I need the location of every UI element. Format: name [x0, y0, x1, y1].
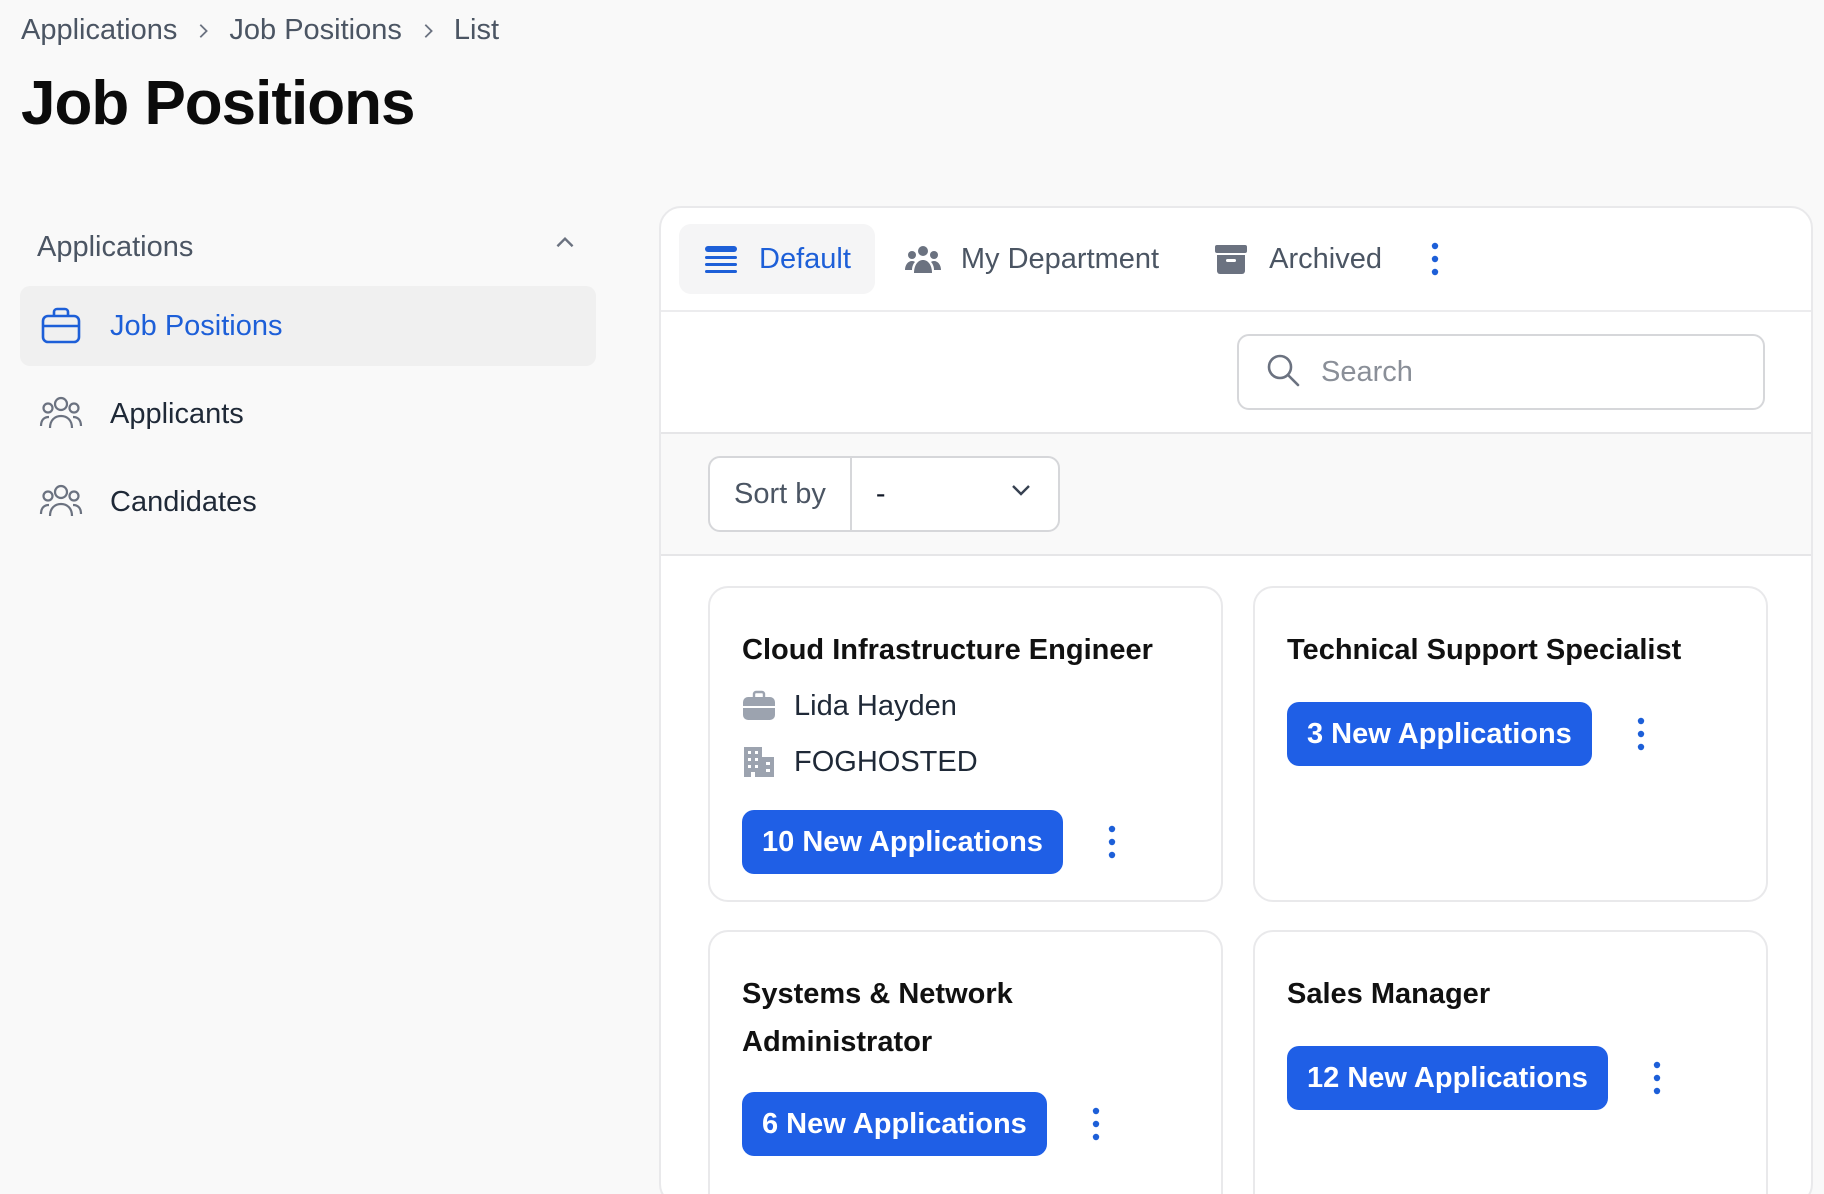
tab-my-department[interactable]: My Department: [881, 224, 1183, 294]
card-actions: 12 New Applications: [1287, 1046, 1734, 1110]
list-icon: [703, 241, 739, 277]
group-icon: [904, 241, 941, 277]
sort-value: -: [875, 477, 886, 510]
view-tabs: Default My Department Archived: [661, 208, 1811, 312]
breadcrumb-list: List: [453, 14, 500, 46]
new-applications-button[interactable]: 6 New Applications: [742, 1092, 1047, 1156]
briefcase-icon: [38, 303, 84, 349]
more-vertical-icon[interactable]: [1420, 234, 1450, 284]
job-title: Cloud Infrastructure Engineer: [742, 634, 1153, 666]
sidebar-item-label: Applicants: [110, 397, 244, 430]
new-applications-button[interactable]: 10 New Applications: [742, 810, 1063, 874]
sidebar-item-label: Job Positions: [110, 309, 283, 342]
recruiter-row: Lida Hayden: [742, 678, 1189, 734]
tab-default[interactable]: Default: [679, 224, 875, 294]
tab-archived[interactable]: Archived: [1189, 224, 1406, 294]
sort-control: Sort by -: [708, 456, 1060, 532]
archive-icon: [1213, 241, 1249, 277]
recruiter-name: Lida Hayden: [794, 689, 957, 722]
search-row: [661, 312, 1811, 434]
card-actions: 3 New Applications: [1287, 702, 1734, 766]
main-panel: Default My Department Archived Sort: [659, 206, 1813, 1194]
sort-row: Sort by -: [661, 434, 1811, 556]
tab-label: Archived: [1269, 242, 1382, 275]
more-vertical-icon[interactable]: [1081, 1099, 1111, 1149]
job-title: Technical Support Specialist: [1287, 634, 1682, 666]
chevron-right-icon: [177, 22, 229, 40]
search-box[interactable]: [1237, 334, 1765, 410]
users-icon: [38, 391, 84, 437]
card-actions: 10 New Applications: [742, 810, 1189, 874]
breadcrumb: Applications Job Positions List: [21, 14, 499, 47]
sidebar-group-label: Applications: [37, 230, 194, 263]
new-applications-button[interactable]: 12 New Applications: [1287, 1046, 1608, 1110]
more-vertical-icon[interactable]: [1097, 817, 1127, 867]
tab-label: My Department: [960, 242, 1160, 275]
company-name: FOGHOSTED: [794, 745, 978, 778]
job-card[interactable]: Cloud Infrastructure Engineer Lida Hayde…: [708, 586, 1223, 902]
breadcrumb-applications[interactable]: Applications: [21, 14, 177, 47]
more-vertical-icon[interactable]: [1642, 1053, 1672, 1103]
card-actions: 6 New Applications: [742, 1092, 1189, 1156]
chevron-right-icon: [402, 22, 454, 40]
search-input[interactable]: [1321, 355, 1721, 389]
sort-label: Sort by: [710, 458, 852, 530]
chevron-up-icon: [552, 230, 578, 264]
job-title: Sales Manager: [1287, 978, 1491, 1010]
job-card[interactable]: Technical Support Specialist 3 New Appli…: [1253, 586, 1768, 902]
sidebar-group-applications[interactable]: Applications: [20, 218, 596, 276]
users-icon: [38, 479, 84, 525]
briefcase-icon: [742, 689, 776, 723]
sidebar-item-candidates[interactable]: Candidates: [20, 462, 596, 542]
building-icon: [742, 745, 776, 779]
new-applications-button[interactable]: 3 New Applications: [1287, 702, 1592, 766]
tab-label: Default: [759, 242, 851, 275]
chevron-down-icon: [1008, 477, 1034, 511]
breadcrumb-job-positions[interactable]: Job Positions: [229, 14, 402, 47]
sidebar-item-label: Candidates: [110, 485, 257, 518]
company-row: FOGHOSTED: [742, 734, 1189, 790]
job-card[interactable]: Systems & Network Administrator 6 New Ap…: [708, 930, 1223, 1194]
page-title: Job Positions: [21, 69, 415, 138]
sidebar-item-applicants[interactable]: Applicants: [20, 374, 596, 454]
job-card[interactable]: Sales Manager 12 New Applications: [1253, 930, 1768, 1194]
sidebar: Applications Job Positions Applicants Ca…: [20, 218, 596, 542]
sort-select[interactable]: -: [852, 458, 1058, 530]
job-title: Systems & Network Administrator: [742, 978, 1013, 1058]
sidebar-item-job-positions[interactable]: Job Positions: [20, 286, 596, 366]
more-vertical-icon[interactable]: [1626, 709, 1656, 759]
search-icon: [1265, 352, 1321, 393]
